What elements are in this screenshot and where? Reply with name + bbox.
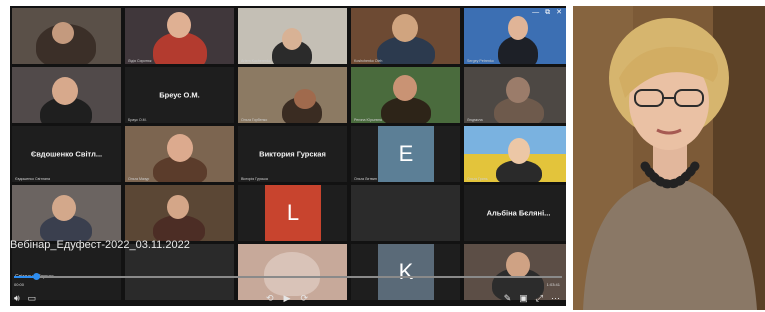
participant-name: Виктория Гурская xyxy=(259,149,326,159)
participant-tile: K xyxy=(351,244,460,300)
participant-tile: Регина Юрьевна xyxy=(351,67,460,123)
participant-tile xyxy=(12,185,121,241)
face xyxy=(508,16,528,40)
player-controls-center: ⟲ ▶ ⟳ xyxy=(266,293,308,304)
more-icon[interactable]: ⋯ xyxy=(551,293,560,304)
avatar: L xyxy=(265,185,321,241)
face xyxy=(506,77,530,103)
participant-caption: Людмила xyxy=(467,118,483,122)
face xyxy=(294,89,316,109)
participant-tile: Бреус О.М. Браус О.М. xyxy=(125,67,234,123)
restore-icon[interactable]: ⧉ xyxy=(545,9,550,16)
participant-tile xyxy=(125,185,234,241)
player-controls-right: ✎ ▣ ⤢ ⋯ xyxy=(504,293,560,304)
participant-name: Євдошенко Світл... xyxy=(30,149,103,159)
progress-bar[interactable] xyxy=(14,273,562,280)
volume-icon[interactable]: 🔊︎ xyxy=(14,293,20,304)
participant-caption: Ольга Горбенко xyxy=(241,118,268,122)
time-elapsed: 00:00 xyxy=(14,282,25,287)
face xyxy=(52,195,76,221)
face xyxy=(393,75,417,101)
avatar-letter: E xyxy=(398,141,414,166)
participant-tile xyxy=(12,8,121,64)
time-remaining: 1:03:41 xyxy=(546,282,560,287)
participant-caption: Artem Kucherenko xyxy=(241,59,271,63)
participant-caption: Ольга Гринь xyxy=(467,177,488,181)
participant-caption: Sergey Petrenko xyxy=(467,59,494,63)
face xyxy=(282,28,302,50)
participant-name: Бреус О.М. xyxy=(159,90,200,100)
participant-tile: Sergey Petrenko xyxy=(464,8,566,64)
participant-tile xyxy=(125,244,234,300)
participant-tile: Альбіна Бєляні... xyxy=(464,185,566,241)
participant-tile xyxy=(238,244,347,300)
avatar: E xyxy=(378,126,434,182)
participant-caption: Ольга Мазур xyxy=(128,177,150,181)
participant-tile: Ольга Гринь xyxy=(464,126,566,182)
avatar: K xyxy=(378,244,434,300)
avatar-letter: L xyxy=(286,200,300,225)
participant-caption: Регина Юрьевна xyxy=(354,118,382,122)
captions-icon[interactable]: ▭ xyxy=(28,293,37,304)
participant-name: Альбіна Бєляні... xyxy=(486,208,551,218)
participant-tile: Світлана Черкас... xyxy=(12,244,121,300)
portrait-image xyxy=(573,6,765,310)
fullscreen-icon[interactable]: ⤢ xyxy=(536,293,543,304)
participant-video xyxy=(498,36,538,64)
avatar-letter: K xyxy=(398,259,414,284)
participant-caption: Koshchenko Oleh xyxy=(354,59,383,63)
recording-title: Вебінар_Едуфест-2022_03.11.2022 xyxy=(10,239,190,251)
forward-icon[interactable]: ⟳ xyxy=(300,293,308,304)
pen-icon[interactable]: ✎ xyxy=(504,293,512,304)
video-conference-recording: Лідія Сиротюк Artem Kucherenko Koshchenk… xyxy=(10,6,566,306)
player-controls-left: 🔊︎ ▭ xyxy=(14,293,36,304)
screen-icon[interactable]: ▣ xyxy=(519,293,528,304)
face xyxy=(506,252,530,278)
participant-caption: Лідія Сиротюк xyxy=(128,59,152,63)
face xyxy=(52,77,78,105)
participant-tile: Ольга Мазур xyxy=(125,126,234,182)
participant-tile: Людмила xyxy=(464,67,566,123)
participant-tile: E Ольга Литвин xyxy=(351,126,460,182)
participant-tile: Ольга Горбенко xyxy=(238,67,347,123)
participant-tile: Koshchenko Oleh xyxy=(351,8,460,64)
face xyxy=(392,14,418,42)
participant-tile: Лідія Сиротюк xyxy=(125,8,234,64)
participant-caption: Браус О.М. xyxy=(128,118,147,122)
participant-tile xyxy=(12,67,121,123)
window-controls: — ⧉ ✕ xyxy=(532,9,562,16)
play-icon[interactable]: ▶ xyxy=(284,293,291,304)
close-icon[interactable]: ✕ xyxy=(556,9,562,16)
face xyxy=(167,134,193,162)
participant-tile: L xyxy=(238,185,347,241)
participant-tile: Євдошенко Світл... Євдошенко Світлана xyxy=(12,126,121,182)
face xyxy=(167,195,189,219)
progress-knob[interactable] xyxy=(32,273,40,280)
participant-tile xyxy=(351,185,460,241)
participant-video xyxy=(264,252,320,296)
participant-caption: Вікторія Гурська xyxy=(241,177,268,181)
participant-tile: Artem Kucherenko xyxy=(238,8,347,64)
rewind-icon[interactable]: ⟲ xyxy=(266,293,274,304)
participant-tile: Виктория Гурская Вікторія Гурська xyxy=(238,126,347,182)
participant-caption: Ольга Литвин xyxy=(354,177,377,181)
participant-caption: Євдошенко Світлана xyxy=(15,177,50,181)
participant-tile xyxy=(464,244,566,300)
minimize-icon[interactable]: — xyxy=(532,9,539,16)
face xyxy=(167,12,191,38)
speaker-portrait xyxy=(573,6,765,310)
face xyxy=(52,22,74,44)
face xyxy=(508,138,530,164)
